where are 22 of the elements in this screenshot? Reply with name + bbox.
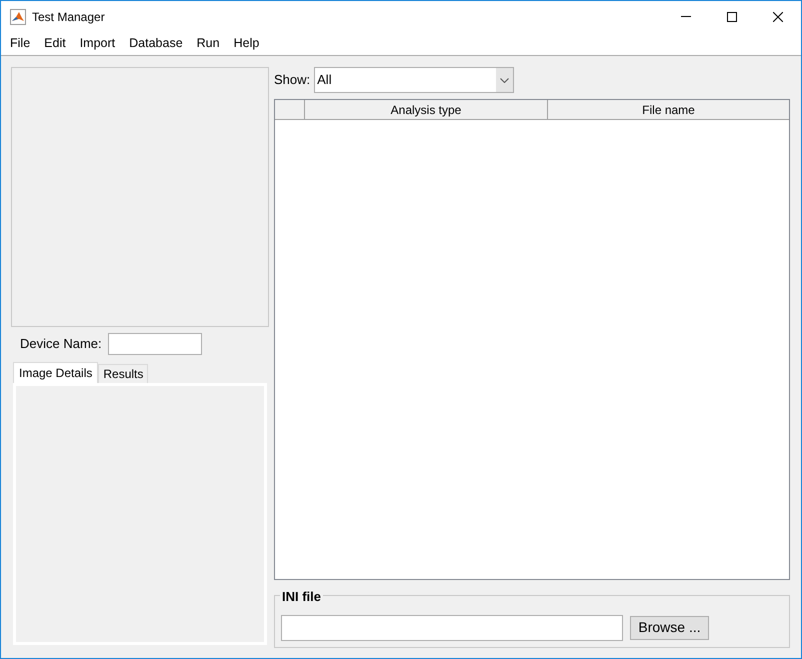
menu-item[interactable]: File (3, 34, 38, 53)
minimize-icon (681, 16, 691, 17)
menu-item[interactable]: Edit (37, 34, 73, 53)
menu-item[interactable]: Database (122, 34, 190, 53)
tab[interactable]: Image Details (13, 362, 98, 383)
show-label: Show: (274, 71, 310, 90)
app-logo-icon (10, 8, 26, 24)
close-icon (773, 12, 783, 22)
device-name-label: Device Name: (20, 335, 102, 354)
ini-file-field[interactable] (281, 614, 623, 640)
column-header[interactable]: Analysis type (305, 100, 548, 119)
menu-item[interactable]: Help (226, 34, 266, 53)
device-name-field[interactable] (108, 333, 202, 355)
menu-item[interactable]: Import (72, 34, 122, 53)
window-title: Test Manager (32, 8, 105, 26)
browse-button[interactable]: Browse ... (630, 616, 709, 640)
column-header[interactable]: File name (548, 100, 789, 119)
show-dropdown[interactable]: All (314, 67, 514, 93)
menu-item[interactable]: Run (190, 34, 227, 53)
chevron-down-icon (500, 78, 510, 82)
tab[interactable]: Results (98, 364, 148, 383)
maximize-icon (727, 12, 737, 22)
